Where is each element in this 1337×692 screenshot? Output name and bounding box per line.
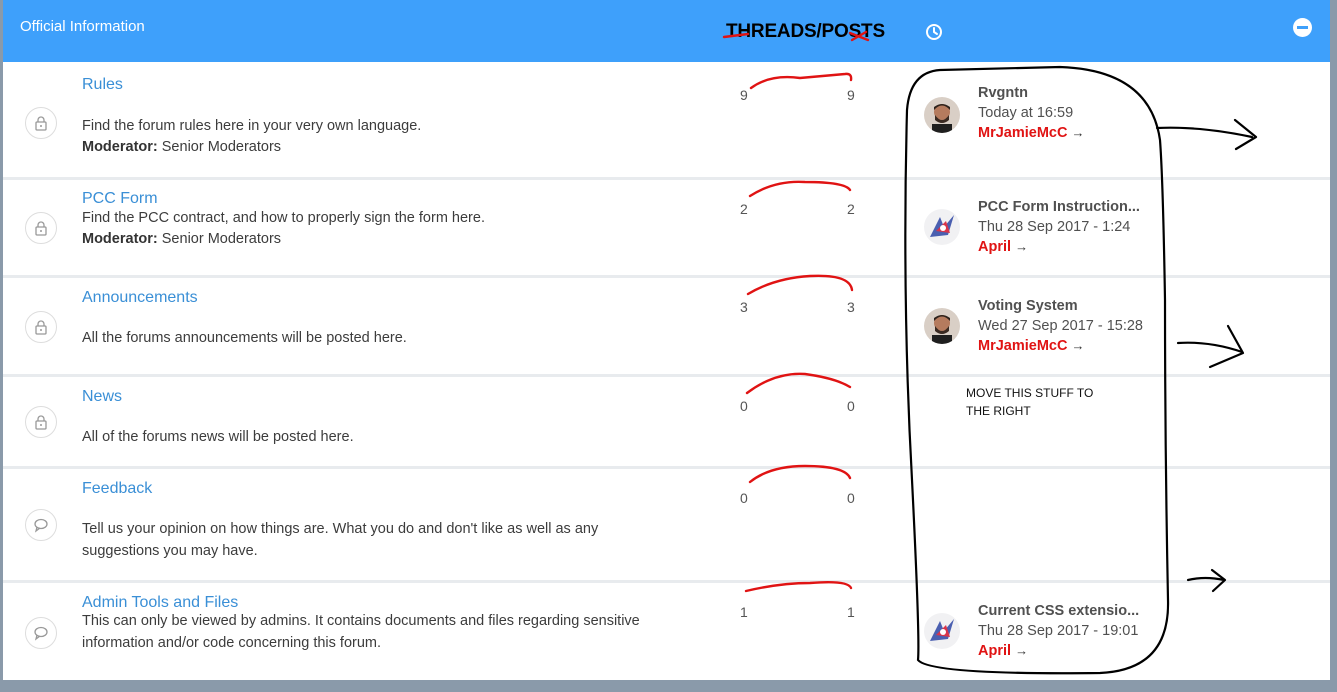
lock-icon xyxy=(25,212,57,244)
man-avatar[interactable] xyxy=(924,308,960,344)
last-post-date: Wed 27 Sep 2017 - 15:28 xyxy=(978,318,1143,334)
thread-count: 2 xyxy=(740,201,748,217)
forum-description: Tell us your opinion on how things are. … xyxy=(82,521,599,559)
post-count: 9 xyxy=(847,87,855,103)
thread-count: 0 xyxy=(740,490,748,506)
last-post-user-link[interactable]: MrJamieMcC xyxy=(978,125,1067,141)
category-header: Official Information THREADS/POSTS xyxy=(3,0,1330,62)
last-post-date: Thu 28 Sep 2017 - 1:24 xyxy=(978,219,1131,235)
moderator-label: Moderator: xyxy=(82,231,158,247)
forum-description: Find the forum rules here in your very o… xyxy=(82,118,422,134)
speech-bubble-icon xyxy=(25,617,57,649)
forum-category-panel: Official Information THREADS/POSTS Rules… xyxy=(3,0,1330,680)
last-post-title-link[interactable]: Rvgntn xyxy=(978,83,1084,103)
last-post-user-link[interactable]: MrJamieMcC xyxy=(978,338,1067,354)
minus-circle-icon[interactable] xyxy=(1293,18,1312,37)
last-post: Rvgntn Today at 16:59 MrJamieMcC → xyxy=(978,83,1084,143)
last-post-user-link[interactable]: April xyxy=(978,643,1011,659)
go-to-post-arrow-icon[interactable]: → xyxy=(1071,125,1084,140)
last-post-title-link[interactable]: Current CSS extensio... xyxy=(978,601,1139,621)
forum-description: All of the forums news will be posted he… xyxy=(82,429,354,445)
forum-title-link[interactable]: Announcements xyxy=(82,289,198,307)
last-post: Voting System Wed 27 Sep 2017 - 15:28 Mr… xyxy=(978,296,1143,356)
moderator-name-link[interactable]: Senior Moderators xyxy=(162,231,281,247)
forum-title-link[interactable]: Feedback xyxy=(82,480,152,498)
moderator-label: Moderator: xyxy=(82,139,158,155)
thread-count: 9 xyxy=(740,87,748,103)
lock-icon xyxy=(25,311,57,343)
post-count: 3 xyxy=(847,299,855,315)
forum-title-link[interactable]: News xyxy=(82,388,122,406)
annotation-note: MOVE THIS STUFF TO THE RIGHT xyxy=(966,384,1093,420)
go-to-post-arrow-icon[interactable]: → xyxy=(1015,239,1028,254)
lock-icon xyxy=(25,107,57,139)
thread-count: 0 xyxy=(740,398,748,414)
go-to-post-arrow-icon[interactable]: → xyxy=(1071,338,1084,353)
forum-row-news: News All of the forums news will be post… xyxy=(3,377,1330,469)
post-count: 0 xyxy=(847,398,855,414)
post-count: 0 xyxy=(847,490,855,506)
last-post-date: Thu 28 Sep 2017 - 19:01 xyxy=(978,623,1139,639)
forum-row-rules: Rules Find the forum rules here in your … xyxy=(3,63,1330,180)
thread-count: 1 xyxy=(740,604,748,620)
moderator-name-link[interactable]: Senior Moderators xyxy=(162,139,281,155)
last-post-title-link[interactable]: Voting System xyxy=(978,296,1143,316)
last-post: Current CSS extensio... Thu 28 Sep 2017 … xyxy=(978,601,1139,661)
man-avatar[interactable] xyxy=(924,97,960,133)
forum-description: Find the PCC contract, and how to proper… xyxy=(82,210,485,226)
anime-avatar[interactable] xyxy=(924,209,960,245)
go-to-post-arrow-icon[interactable]: → xyxy=(1015,643,1028,658)
forum-row-feedback: Feedback Tell us your opinion on how thi… xyxy=(3,469,1330,583)
post-count: 2 xyxy=(847,201,855,217)
last-post-title-link[interactable]: PCC Form Instruction... xyxy=(978,197,1140,217)
forum-row-admin-tools: Admin Tools and Files This can only be v… xyxy=(3,583,1330,680)
forum-moderators: Moderator: Senior Moderators xyxy=(82,231,281,247)
clock-icon xyxy=(926,24,942,40)
annotation-note-line: THE RIGHT xyxy=(966,404,1031,418)
forum-description: All the forums announcements will be pos… xyxy=(82,330,407,346)
forum-description: This can only be viewed by admins. It co… xyxy=(82,613,640,651)
lock-icon xyxy=(25,406,57,438)
forum-moderators: Moderator: Senior Moderators xyxy=(82,139,281,155)
category-title[interactable]: Official Information xyxy=(20,18,145,35)
thread-count: 3 xyxy=(740,299,748,315)
last-post-date: Today at 16:59 xyxy=(978,105,1074,121)
anime-avatar[interactable] xyxy=(924,613,960,649)
forum-row-announcements: Announcements All the forums announcemen… xyxy=(3,278,1330,377)
last-post: PCC Form Instruction... Thu 28 Sep 2017 … xyxy=(978,197,1140,257)
annotation-note-line: MOVE THIS STUFF TO xyxy=(966,386,1094,400)
forum-title-link[interactable]: PCC Form xyxy=(82,190,158,208)
last-post-user-link[interactable]: April xyxy=(978,239,1011,255)
threads-posts-column-header: THREADS/POSTS xyxy=(726,21,885,42)
forum-row-pcc-form: PCC Form Find the PCC contract, and how … xyxy=(3,180,1330,278)
post-count: 1 xyxy=(847,604,855,620)
forum-title-link[interactable]: Rules xyxy=(82,76,123,94)
speech-bubble-icon xyxy=(25,509,57,541)
